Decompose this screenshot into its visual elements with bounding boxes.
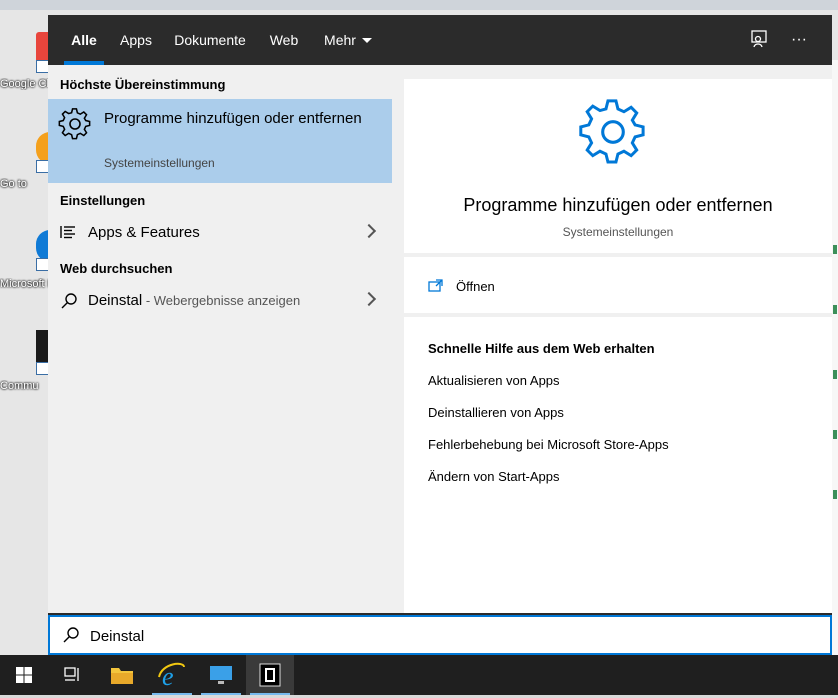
chevron-right-icon <box>361 291 377 307</box>
chevron-down-icon <box>361 38 372 43</box>
web-results-hint: - Webergebnisse anzeigen <box>142 293 301 308</box>
preview-header-card: Programme hinzufügen oder entfernen Syst… <box>404 79 832 253</box>
desktop-icon-edge[interactable]: Microsoft Edge <box>0 228 50 290</box>
desktop-icon-label: Go to <box>0 178 27 190</box>
desktop-icon-chrome[interactable]: Google Chrome <box>0 30 50 92</box>
gear-icon <box>578 97 648 167</box>
tab-alle[interactable]: Alle <box>64 15 104 65</box>
search-box[interactable] <box>48 615 832 655</box>
desktop-icon-commu[interactable]: Commu <box>0 328 50 392</box>
results-list: Höchste Übereinstimmung Programme hinzuf… <box>48 65 404 613</box>
search-filter-bar: Alle Apps Dokumente Web Mehr ··· <box>48 15 832 65</box>
desktop-icon-label: Google Chrome <box>0 78 48 90</box>
preview-pane: Programme hinzufügen oder entfernen Syst… <box>404 65 832 613</box>
help-link[interactable]: Ändern von Start-Apps <box>428 469 560 484</box>
tab-apps[interactable]: Apps <box>118 15 154 65</box>
open-label: Öffnen <box>456 279 495 294</box>
open-icon <box>428 278 444 294</box>
preview-subtitle: Systemeinstellungen <box>562 225 674 239</box>
desktop-top-strip <box>0 0 838 10</box>
quick-help-header: Schnelle Hilfe aus dem Web erhalten <box>428 341 655 356</box>
help-link[interactable]: Aktualisieren von Apps <box>428 373 560 388</box>
section-header-settings: Einstellungen <box>60 193 146 208</box>
terminal-icon[interactable] <box>246 655 294 695</box>
tab-web[interactable]: Web <box>268 15 300 65</box>
feedback-icon[interactable] <box>748 29 770 51</box>
preview-title: Programme hinzufügen oder entfernen <box>463 195 773 215</box>
search-icon <box>62 626 80 644</box>
preview-actions-card: Öffnen <box>404 257 832 313</box>
result-web-search[interactable]: Deinstal - Webergebnisse anzeigen <box>48 284 392 318</box>
desktop-icon-label: Microsoft Edge <box>0 278 48 290</box>
file-explorer-icon[interactable] <box>98 655 146 695</box>
search-panel: Alle Apps Dokumente Web Mehr ··· Höchste… <box>48 15 832 655</box>
remote-desktop-icon[interactable] <box>197 655 245 695</box>
desktop-icon-goto[interactable]: Go to <box>0 130 50 192</box>
background-window-edge <box>831 60 838 660</box>
desktop-icon-label: Commu <box>0 380 39 392</box>
best-match-subtitle: Systemeinstellungen <box>104 156 215 170</box>
search-input[interactable] <box>88 623 812 649</box>
task-view-icon[interactable] <box>48 655 96 695</box>
windows-start-icon[interactable] <box>0 655 48 695</box>
result-apps-features[interactable]: Apps & Features <box>48 216 392 250</box>
help-link[interactable]: Fehlerbehebung bei Microsoft Store-Apps <box>428 437 669 452</box>
search-icon <box>60 292 78 310</box>
gear-icon <box>58 107 92 141</box>
help-link[interactable]: Deinstallieren von Apps <box>428 405 564 420</box>
section-header-best-match: Höchste Übereinstimmung <box>60 77 226 92</box>
best-match-result[interactable]: Programme hinzufügen oder entfernen Syst… <box>48 99 392 183</box>
web-query: Deinstal <box>88 292 143 309</box>
tab-dokumente[interactable]: Dokumente <box>174 15 246 65</box>
section-header-web-search: Web durchsuchen <box>60 261 173 276</box>
internet-explorer-icon[interactable]: e <box>148 655 196 695</box>
result-label: Apps & Features <box>88 224 200 241</box>
chevron-right-icon <box>361 223 377 239</box>
list-icon <box>60 224 78 242</box>
taskbar: e <box>0 655 838 695</box>
quick-help-card: Schnelle Hilfe aus dem Web erhalten Aktu… <box>404 317 832 613</box>
ellipsis-icon[interactable]: ··· <box>788 29 810 51</box>
best-match-title: Programme hinzufügen oder entfernen <box>104 110 362 127</box>
tab-mehr[interactable]: Mehr <box>322 15 374 65</box>
